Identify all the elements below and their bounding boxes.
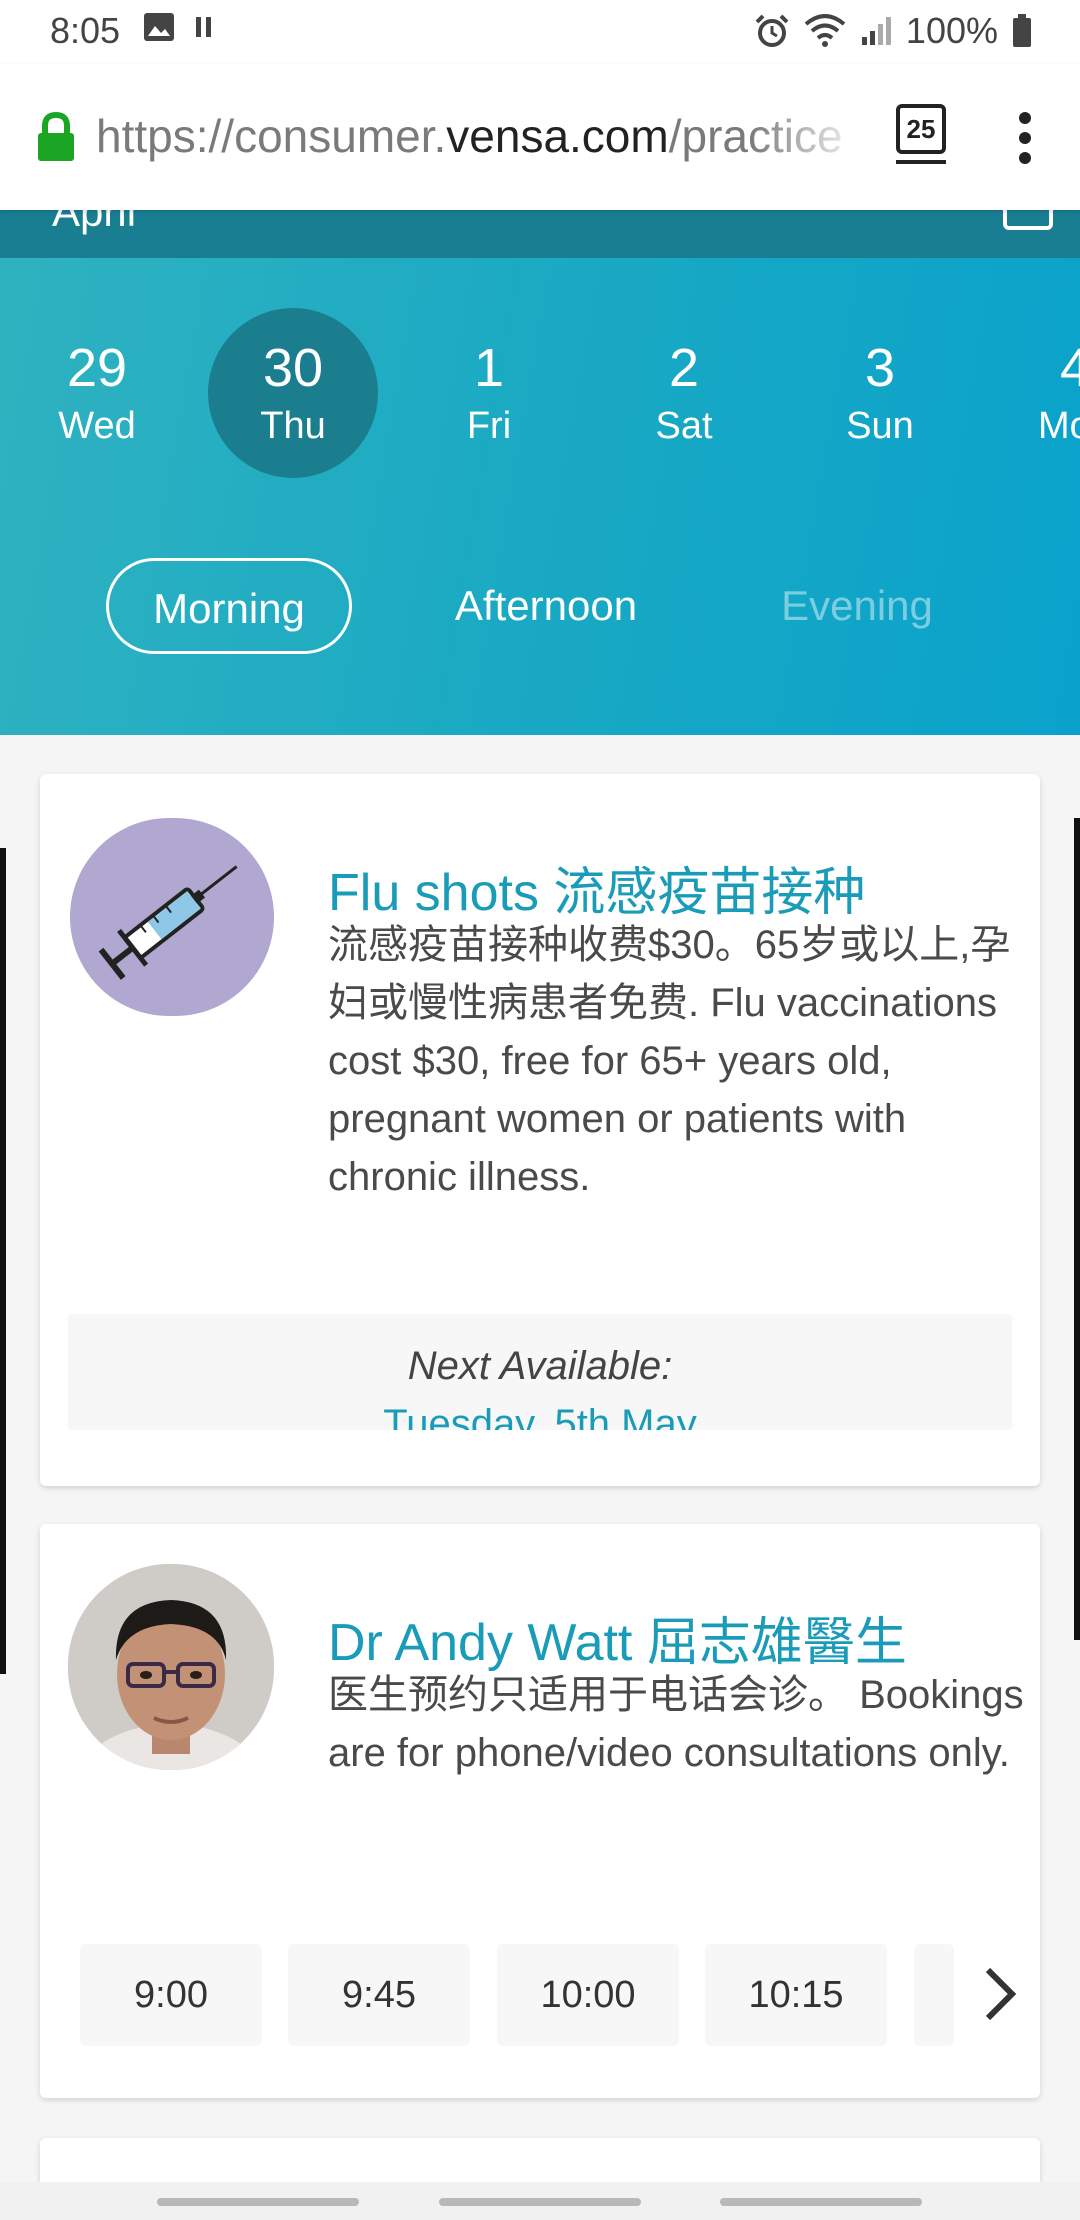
time-slot-partial[interactable] <box>914 1944 954 2046</box>
chevron-right-icon[interactable] <box>970 1964 1030 2024</box>
browser-toolbar: https://consumer.vensa.com/practice 25 <box>0 64 1080 210</box>
pause-icon <box>193 15 215 39</box>
day-2[interactable]: 2 Sat <box>599 308 769 478</box>
address-bar[interactable]: https://consumer.vensa.com/practice <box>96 109 866 163</box>
lock-icon <box>36 111 76 167</box>
day-29[interactable]: 29 Wed <box>12 308 182 478</box>
day-weekday: Thu <box>260 405 326 447</box>
day-number: 1 <box>473 338 505 398</box>
wifi-icon <box>804 14 846 48</box>
day-number: 3 <box>864 338 896 398</box>
day-number: 29 <box>66 338 128 398</box>
day-number: 4 <box>1059 338 1080 398</box>
tab-switcher-underline <box>896 160 946 164</box>
time-slot[interactable]: 9:45 <box>288 1944 470 2046</box>
nav-home-pill[interactable] <box>439 2198 641 2206</box>
card-title: Flu shots 流感疫苗接种 <box>328 864 866 922</box>
doctor-description: 医生预约只适用于电话会诊。 Bookings are for phone/vid… <box>328 1673 1024 1775</box>
overflow-menu-icon[interactable] <box>1010 112 1040 172</box>
day-weekday: Wed <box>58 405 136 447</box>
time-slot[interactable]: 9:00 <box>80 1944 262 2046</box>
calendar-icon[interactable] <box>1003 210 1053 230</box>
day-4[interactable]: 4 Mon <box>990 308 1080 478</box>
url-path: /practice <box>668 110 843 162</box>
url-host: vensa.com <box>446 110 669 162</box>
day-weekday: Sat <box>655 405 713 447</box>
day-number: 2 <box>668 338 700 398</box>
card-description: 流感疫苗接种收费$30。65岁或以上,孕妇或慢性病患者免费. Flu vacci… <box>328 923 1011 1199</box>
day-weekday: Mon <box>1038 405 1080 447</box>
date-picker: 29 Wed 30 Thu 1 Fri 2 Sat 3 Sun 4 Mon Mo… <box>0 258 1080 735</box>
tab-morning[interactable]: Morning <box>106 558 352 654</box>
time-slot[interactable]: 10:15 <box>705 1944 887 2046</box>
status-bar: 8:05 100% <box>0 0 1080 64</box>
tab-afternoon[interactable]: Afternoon <box>430 558 662 654</box>
tab-switcher-button[interactable]: 25 <box>896 104 946 154</box>
doctor-card-andy-watt[interactable]: Dr Andy Watt 屈志雄醫生 医生预约只适用于电话会诊。 Booking… <box>40 1524 1040 2098</box>
battery-icon <box>1012 14 1032 48</box>
month-header: April <box>0 210 1080 258</box>
day-1[interactable]: 1 Fri <box>404 308 574 478</box>
doctor-name: Dr Andy Watt 屈志雄醫生 <box>328 1614 907 1672</box>
day-weekday: Sun <box>846 405 914 447</box>
battery-level: 100% <box>905 10 998 51</box>
nav-back-pill[interactable] <box>157 2198 359 2206</box>
day-weekday: Fri <box>466 405 512 447</box>
system-nav-bar <box>0 2182 1080 2220</box>
next-available-box[interactable]: Next Available: Tuesday, 5th May <box>68 1314 1012 1430</box>
signal-icon <box>860 15 892 47</box>
month-label: April <box>52 210 137 235</box>
url-scheme: https://consumer. <box>96 110 447 162</box>
left-edge-line <box>0 848 6 1674</box>
next-available-label: Next Available: <box>407 1344 673 1388</box>
day-3[interactable]: 3 Sun <box>795 308 965 478</box>
time-slot[interactable]: 10:00 <box>497 1944 679 2046</box>
next-available-date[interactable]: Tuesday, 5th May <box>68 1402 1012 1430</box>
alarm-icon <box>754 13 790 49</box>
nav-recents-pill[interactable] <box>720 2198 922 2206</box>
right-edge-line <box>1074 818 1080 1640</box>
doctor-avatar <box>68 1564 274 1770</box>
syringe-icon <box>70 818 274 1016</box>
day-number: 30 <box>262 338 324 398</box>
image-icon <box>143 12 175 42</box>
tab-evening[interactable]: Evening <box>742 558 972 654</box>
service-card-flu-shots[interactable]: Flu shots 流感疫苗接种 流感疫苗接种收费$30。65岁或以上,孕妇或慢… <box>40 774 1040 1486</box>
day-30-selected[interactable]: 30 Thu <box>208 308 378 478</box>
status-time: 8:05 <box>50 10 121 51</box>
